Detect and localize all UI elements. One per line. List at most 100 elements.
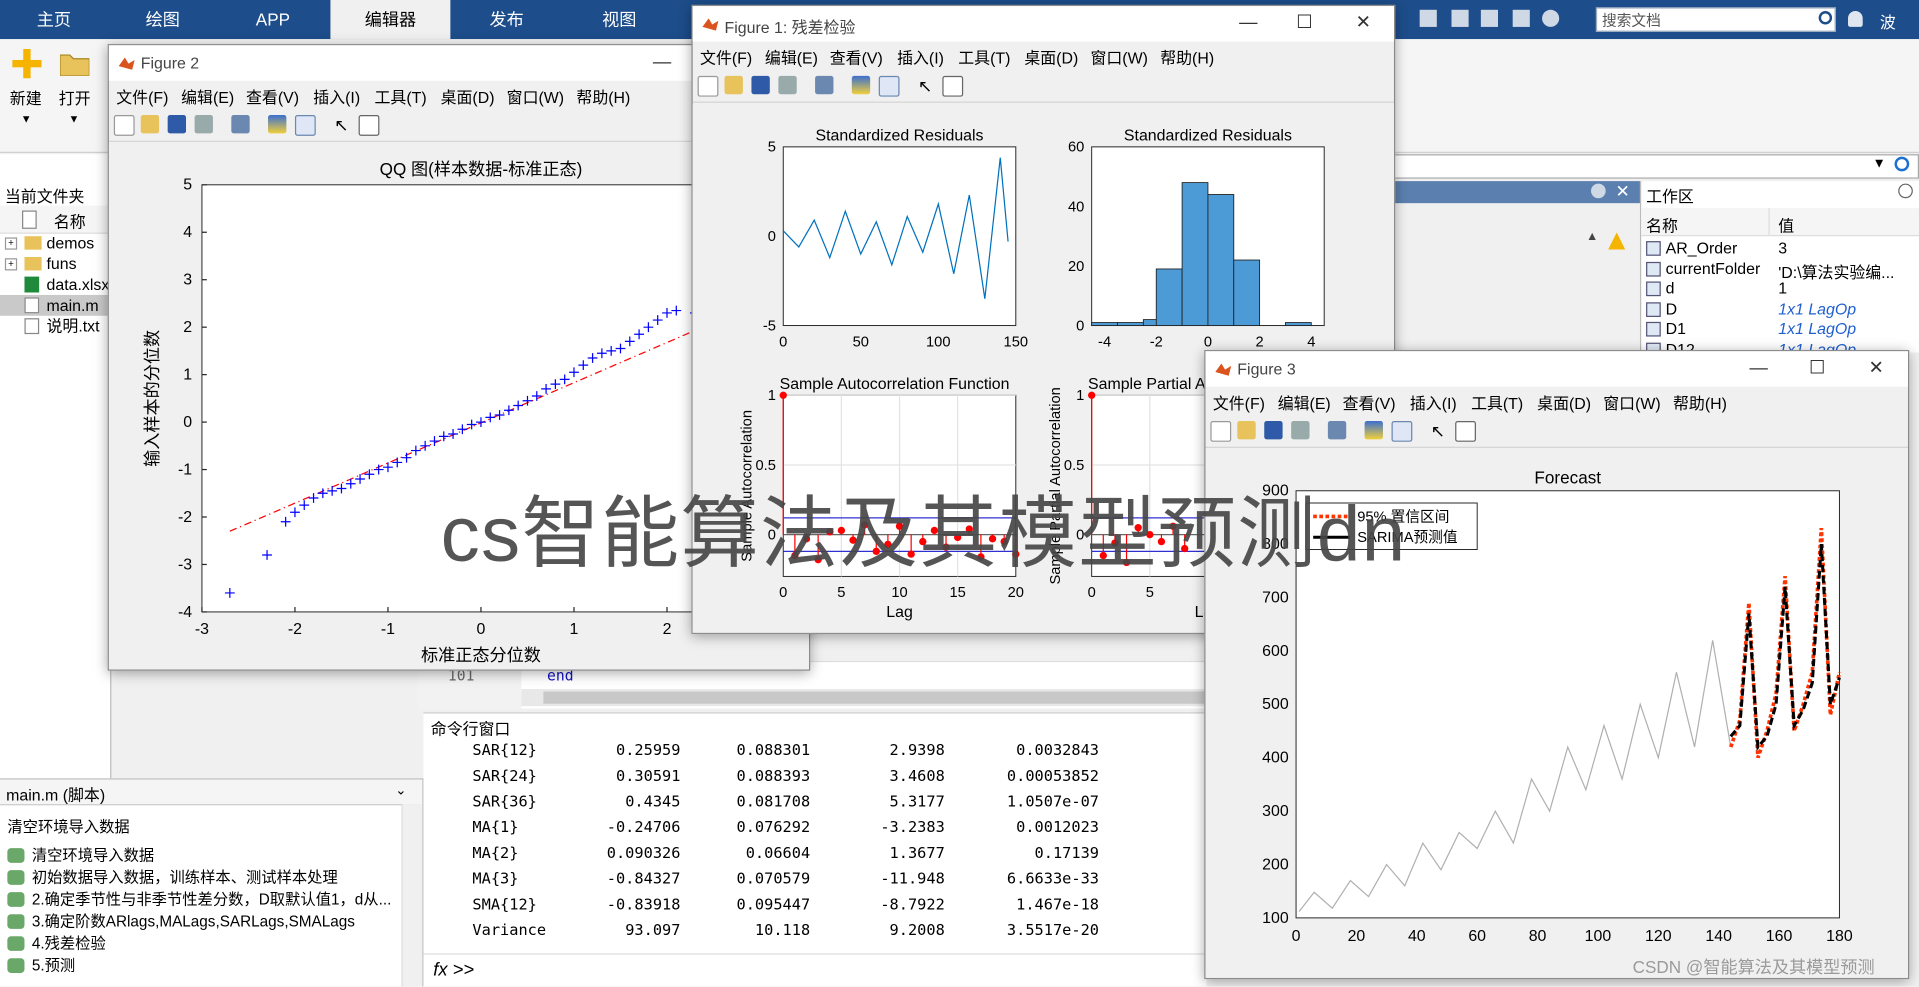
new-figure-icon[interactable] (697, 75, 719, 97)
chevron-down-icon[interactable]: ⌄ (395, 782, 406, 798)
panel-menu-icon[interactable] (1591, 183, 1606, 199)
user-menu[interactable]: 波 (1880, 10, 1896, 33)
close-button[interactable]: ✕ (1339, 11, 1388, 35)
print-icon[interactable] (1291, 421, 1310, 440)
menu-file[interactable]: 文件(F) (1213, 390, 1265, 413)
menu-desktop[interactable]: 桌面(D) (1024, 45, 1078, 68)
menu-window[interactable]: 窗口(W) (1090, 45, 1147, 68)
workspace-variable[interactable]: D 1x1 LagOp (1641, 299, 1919, 319)
menu-desktop[interactable]: 桌面(D) (441, 84, 495, 107)
menu-view[interactable]: 查看(V) (830, 45, 883, 68)
file-item-data-xlsx[interactable]: data.xlsx (0, 274, 110, 295)
link-plot-icon[interactable] (1327, 421, 1347, 440)
file-column-header[interactable]: 名称 (0, 205, 111, 234)
switch-windows-icon[interactable] (1512, 9, 1530, 27)
colorbar-icon[interactable] (268, 115, 287, 134)
save-icon[interactable] (1264, 421, 1283, 440)
menu-insert[interactable]: 插入(I) (1410, 390, 1457, 413)
pointer-icon[interactable]: ↖ (918, 76, 936, 96)
cells-scrollbar[interactable] (401, 804, 423, 987)
script-header[interactable]: main.m (脚本) ⌄ (0, 779, 423, 806)
workspace-variable[interactable]: d1 (1641, 279, 1919, 299)
file-item-demos[interactable]: + demos (0, 233, 110, 254)
property-editor-icon[interactable] (358, 115, 380, 136)
menu-file[interactable]: 文件(F) (116, 84, 168, 107)
menu-window[interactable]: 窗口(W) (507, 84, 564, 107)
warning-icon[interactable] (1608, 232, 1626, 250)
help-icon[interactable] (1542, 9, 1560, 27)
link-plot-icon[interactable] (231, 115, 250, 134)
command-window[interactable]: 命令行窗口 SAR{12} 0.25959 0.088301 2.9398 0.0032… (423, 712, 1207, 987)
tab-home[interactable]: 主页 (0, 0, 108, 39)
property-editor-icon[interactable] (942, 75, 964, 97)
cell-item[interactable]: 初始数据导入数据，训练样本、测试样本处理 (7, 864, 338, 887)
scroll-thumb[interactable] (543, 691, 1205, 704)
tab-plots[interactable]: 绘图 (108, 0, 218, 39)
print-icon[interactable] (778, 75, 797, 95)
save-icon[interactable] (1419, 9, 1437, 27)
new-dropdown-icon[interactable]: ▼ (21, 113, 32, 125)
cell-item[interactable]: 清空环境导入数据 (7, 842, 154, 865)
maximize-button[interactable]: ☐ (1280, 11, 1329, 35)
close-button[interactable]: ✕ (1852, 356, 1901, 380)
redo-icon[interactable] (1480, 9, 1498, 27)
tab-publish[interactable]: 发布 (450, 0, 563, 39)
menu-help[interactable]: 帮助(H) (1673, 390, 1727, 413)
menu-desktop[interactable]: 桌面(D) (1537, 390, 1591, 413)
print-icon[interactable] (194, 115, 213, 134)
new-button[interactable]: 新建 (10, 86, 42, 109)
search-icon[interactable] (1818, 11, 1833, 25)
colorbar-icon[interactable] (851, 75, 871, 95)
editor-hscrollbar[interactable] (521, 689, 1215, 707)
tab-editor[interactable]: 编辑器 (330, 0, 451, 40)
colorbar-icon[interactable] (1364, 421, 1383, 440)
minimize-button[interactable]: — (1734, 356, 1783, 380)
pointer-icon[interactable]: ↖ (1431, 421, 1449, 441)
menu-tools[interactable]: 工具(T) (1471, 390, 1523, 413)
menu-edit[interactable]: 编辑(E) (1278, 390, 1331, 413)
workspace-variable[interactable]: D1 1x1 LagOp (1641, 319, 1919, 339)
figure1-titlebar[interactable]: Figure 1: 残差检验 — ☐ ✕ (692, 6, 1394, 42)
menu-file[interactable]: 文件(F) (700, 45, 752, 68)
maximize-button[interactable]: ☐ (1793, 356, 1842, 380)
tab-view[interactable]: 视图 (563, 0, 676, 39)
menu-help[interactable]: 帮助(H) (1160, 45, 1214, 68)
menu-insert[interactable]: 插入(I) (313, 84, 360, 107)
pointer-icon[interactable]: ↖ (334, 115, 352, 135)
menu-insert[interactable]: 插入(I) (897, 45, 944, 68)
cell-item[interactable]: 3.确定阶数ARlags,MALags,SARLags,SMALags (7, 908, 355, 931)
menu-help[interactable]: 帮助(H) (576, 84, 630, 107)
minimize-button[interactable]: — (1224, 11, 1273, 35)
cell-item[interactable]: 2.确定季节性与非季节性差分数，D取默认值1，d从... (7, 886, 391, 909)
minimize-button[interactable]: — (638, 50, 687, 74)
menu-view[interactable]: 查看(V) (1343, 390, 1396, 413)
save-icon[interactable] (167, 115, 187, 134)
workspace-variable[interactable]: currentFolder 'D:\算法实验编... (1641, 259, 1919, 281)
new-figure-icon[interactable] (113, 115, 135, 136)
cell-item[interactable]: 5.预测 (7, 952, 75, 975)
legend-icon[interactable] (1391, 421, 1413, 442)
open-file-icon[interactable] (724, 75, 743, 95)
workspace-menu-icon[interactable] (1898, 183, 1913, 199)
menu-tools[interactable]: 工具(T) (958, 45, 1010, 68)
expand-icon[interactable]: + (4, 258, 18, 271)
workspace-header[interactable]: 名称 值 (1641, 208, 1919, 237)
menu-tools[interactable]: 工具(T) (374, 84, 426, 107)
close-icon[interactable]: ✕ (1615, 181, 1629, 202)
path-search-icon[interactable] (1894, 156, 1910, 172)
menu-edit[interactable]: 编辑(E) (765, 45, 818, 68)
workspace-variable[interactable]: AR_Order 3 (1641, 239, 1919, 259)
new-figure-icon[interactable] (1210, 421, 1232, 442)
path-dropdown-icon[interactable]: ▼ (1872, 157, 1885, 172)
undo-icon[interactable] (1451, 9, 1469, 27)
menu-edit[interactable]: 编辑(E) (181, 84, 234, 107)
figure3-titlebar[interactable]: Figure 3 — ☐ ✕ (1205, 351, 1908, 387)
command-prompt[interactable]: fx >> (423, 953, 1207, 986)
file-item-funs[interactable]: + funs (0, 253, 110, 274)
search-docs-input[interactable]: 搜索文档 (1595, 7, 1836, 32)
file-item-readme[interactable]: 说明.txt (0, 316, 110, 337)
scroll-up-icon[interactable]: ▲ (1586, 230, 1598, 243)
property-editor-icon[interactable] (1455, 421, 1476, 442)
open-file-icon[interactable] (1237, 421, 1256, 440)
file-item-main-m[interactable]: main.m (0, 294, 111, 316)
